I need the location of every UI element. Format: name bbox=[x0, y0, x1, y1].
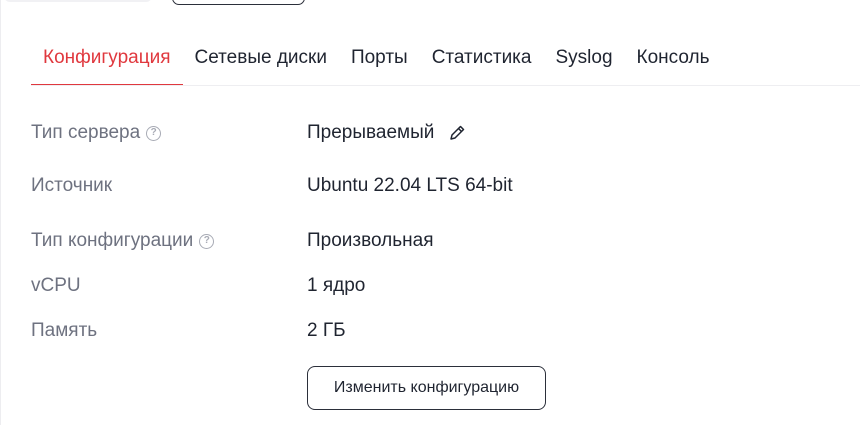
server-type-value-wrap: Прерываемый bbox=[307, 122, 466, 144]
server-type-value: Прерываемый bbox=[307, 122, 435, 143]
tab-network-disks[interactable]: Сетевые диски bbox=[183, 30, 339, 86]
config-type-label: Тип конфигурации bbox=[31, 230, 194, 251]
memory-value-wrap: 2 ГБ bbox=[307, 320, 346, 342]
tabs-divider bbox=[31, 85, 860, 86]
row-vcpu: vCPU 1 ядро bbox=[31, 275, 365, 297]
source-label-wrap: Источник bbox=[31, 175, 307, 197]
vcpu-value-wrap: 1 ядро bbox=[307, 275, 365, 297]
server-details-page: Конфигурация Сетевые диски Порты Статист… bbox=[0, 0, 860, 425]
memory-label: Память bbox=[31, 320, 98, 341]
tab-statistics[interactable]: Статистика bbox=[420, 30, 544, 86]
memory-label-wrap: Память bbox=[31, 320, 307, 342]
config-type-label-wrap: Тип конфигурации ? bbox=[31, 230, 307, 252]
tab-ports[interactable]: Порты bbox=[339, 30, 420, 86]
row-source: Источник Ubuntu 22.04 LTS 64-bit bbox=[31, 175, 513, 197]
tab-configuration[interactable]: Конфигурация bbox=[31, 30, 183, 86]
top-button-partial[interactable] bbox=[172, 0, 305, 5]
server-type-label-wrap: Тип сервера ? bbox=[31, 122, 307, 144]
question-circle-icon[interactable]: ? bbox=[146, 125, 162, 141]
pencil-icon[interactable] bbox=[448, 124, 466, 142]
memory-value: 2 ГБ bbox=[307, 320, 346, 341]
vcpu-label: vCPU bbox=[31, 275, 81, 296]
row-server-type: Тип сервера ? Прерываемый bbox=[31, 122, 466, 144]
row-memory: Память 2 ГБ bbox=[31, 320, 346, 342]
source-label: Источник bbox=[31, 175, 113, 196]
source-value-wrap: Ubuntu 22.04 LTS 64-bit bbox=[307, 175, 513, 197]
tab-console[interactable]: Консоль bbox=[625, 30, 722, 86]
question-circle-icon[interactable]: ? bbox=[199, 233, 215, 249]
left-divider bbox=[0, 0, 1, 425]
tabs-bar: Конфигурация Сетевые диски Порты Статист… bbox=[31, 30, 722, 86]
top-control-partial[interactable] bbox=[4, 0, 152, 2]
vcpu-value: 1 ядро bbox=[307, 275, 366, 296]
config-type-value: Произвольная bbox=[307, 230, 434, 251]
row-config-type: Тип конфигурации ? Произвольная bbox=[31, 230, 433, 252]
server-type-label: Тип сервера bbox=[31, 122, 141, 143]
source-value: Ubuntu 22.04 LTS 64-bit bbox=[307, 175, 513, 196]
vcpu-label-wrap: vCPU bbox=[31, 275, 307, 297]
change-configuration-button[interactable]: Изменить конфигурацию bbox=[307, 366, 546, 410]
config-type-value-wrap: Произвольная bbox=[307, 230, 433, 252]
tab-syslog[interactable]: Syslog bbox=[543, 30, 624, 86]
